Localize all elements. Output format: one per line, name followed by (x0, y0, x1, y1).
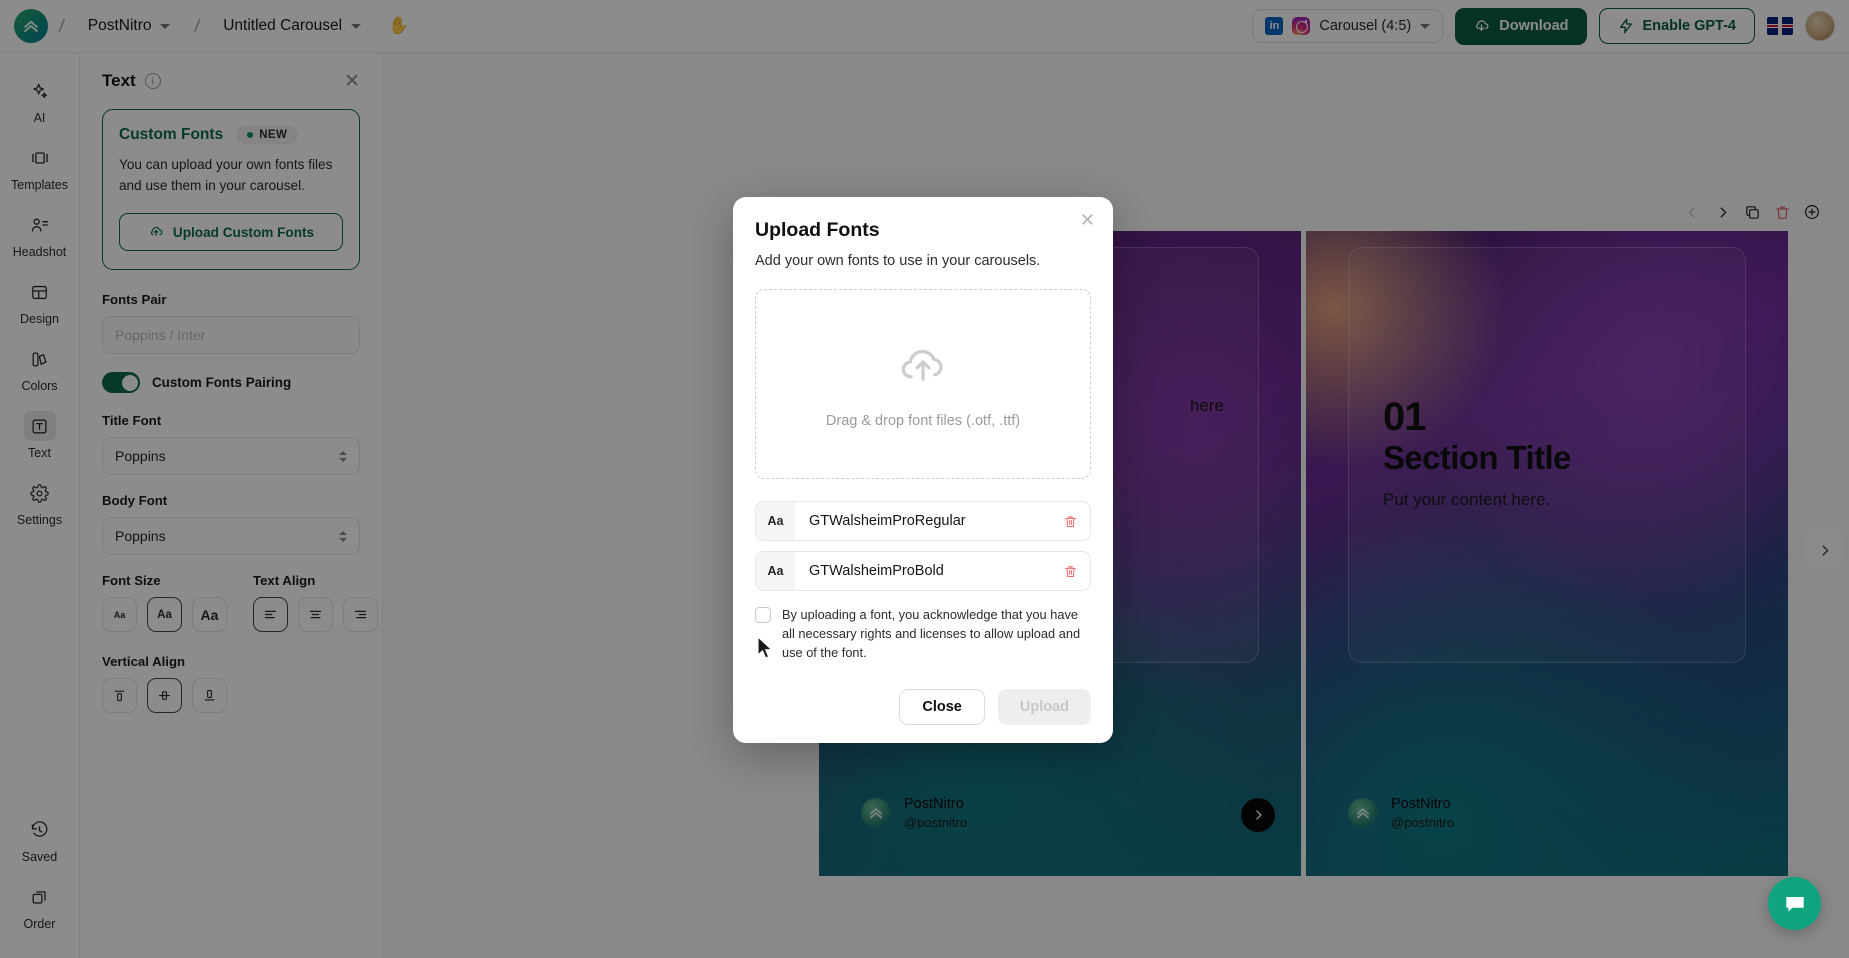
delete-font-button[interactable] (1050, 564, 1090, 579)
acknowledgement-checkbox[interactable] (755, 607, 771, 623)
font-preview-icon: Aa (756, 502, 795, 540)
acknowledgement-label: By uploading a font, you acknowledge tha… (782, 605, 1091, 663)
modal-title: Upload Fonts (755, 219, 1091, 242)
font-list-item: Aa GTWalsheimProRegular (755, 501, 1091, 541)
trash-icon (1063, 514, 1078, 529)
font-name: GTWalsheimProRegular (795, 513, 1050, 529)
close-button[interactable]: Close (899, 689, 985, 725)
trash-icon (1063, 564, 1078, 579)
modal-footer: Close Upload (755, 689, 1091, 725)
chat-support-button[interactable] (1768, 877, 1821, 930)
dropzone-label: Drag & drop font files (.otf, .ttf) (826, 413, 1020, 429)
cloud-upload-icon (897, 339, 949, 391)
font-list-item: Aa GTWalsheimProBold (755, 551, 1091, 591)
upload-button: Upload (998, 689, 1091, 725)
chat-bubble-icon (1782, 891, 1808, 917)
acknowledgement-row: By uploading a font, you acknowledge tha… (755, 605, 1091, 663)
font-dropzone[interactable]: Drag & drop font files (.otf, .ttf) (755, 289, 1091, 479)
close-icon[interactable]: ✕ (1080, 211, 1095, 229)
upload-fonts-modal: ✕ Upload Fonts Add your own fonts to use… (733, 197, 1113, 743)
app-root: / PostNitro / Untitled Carousel ✋ in Car… (0, 0, 1849, 958)
delete-font-button[interactable] (1050, 514, 1090, 529)
mouse-cursor (757, 636, 775, 662)
modal-subtitle: Add your own fonts to use in your carous… (755, 253, 1091, 269)
font-preview-icon: Aa (756, 552, 795, 590)
font-name: GTWalsheimProBold (795, 563, 1050, 579)
